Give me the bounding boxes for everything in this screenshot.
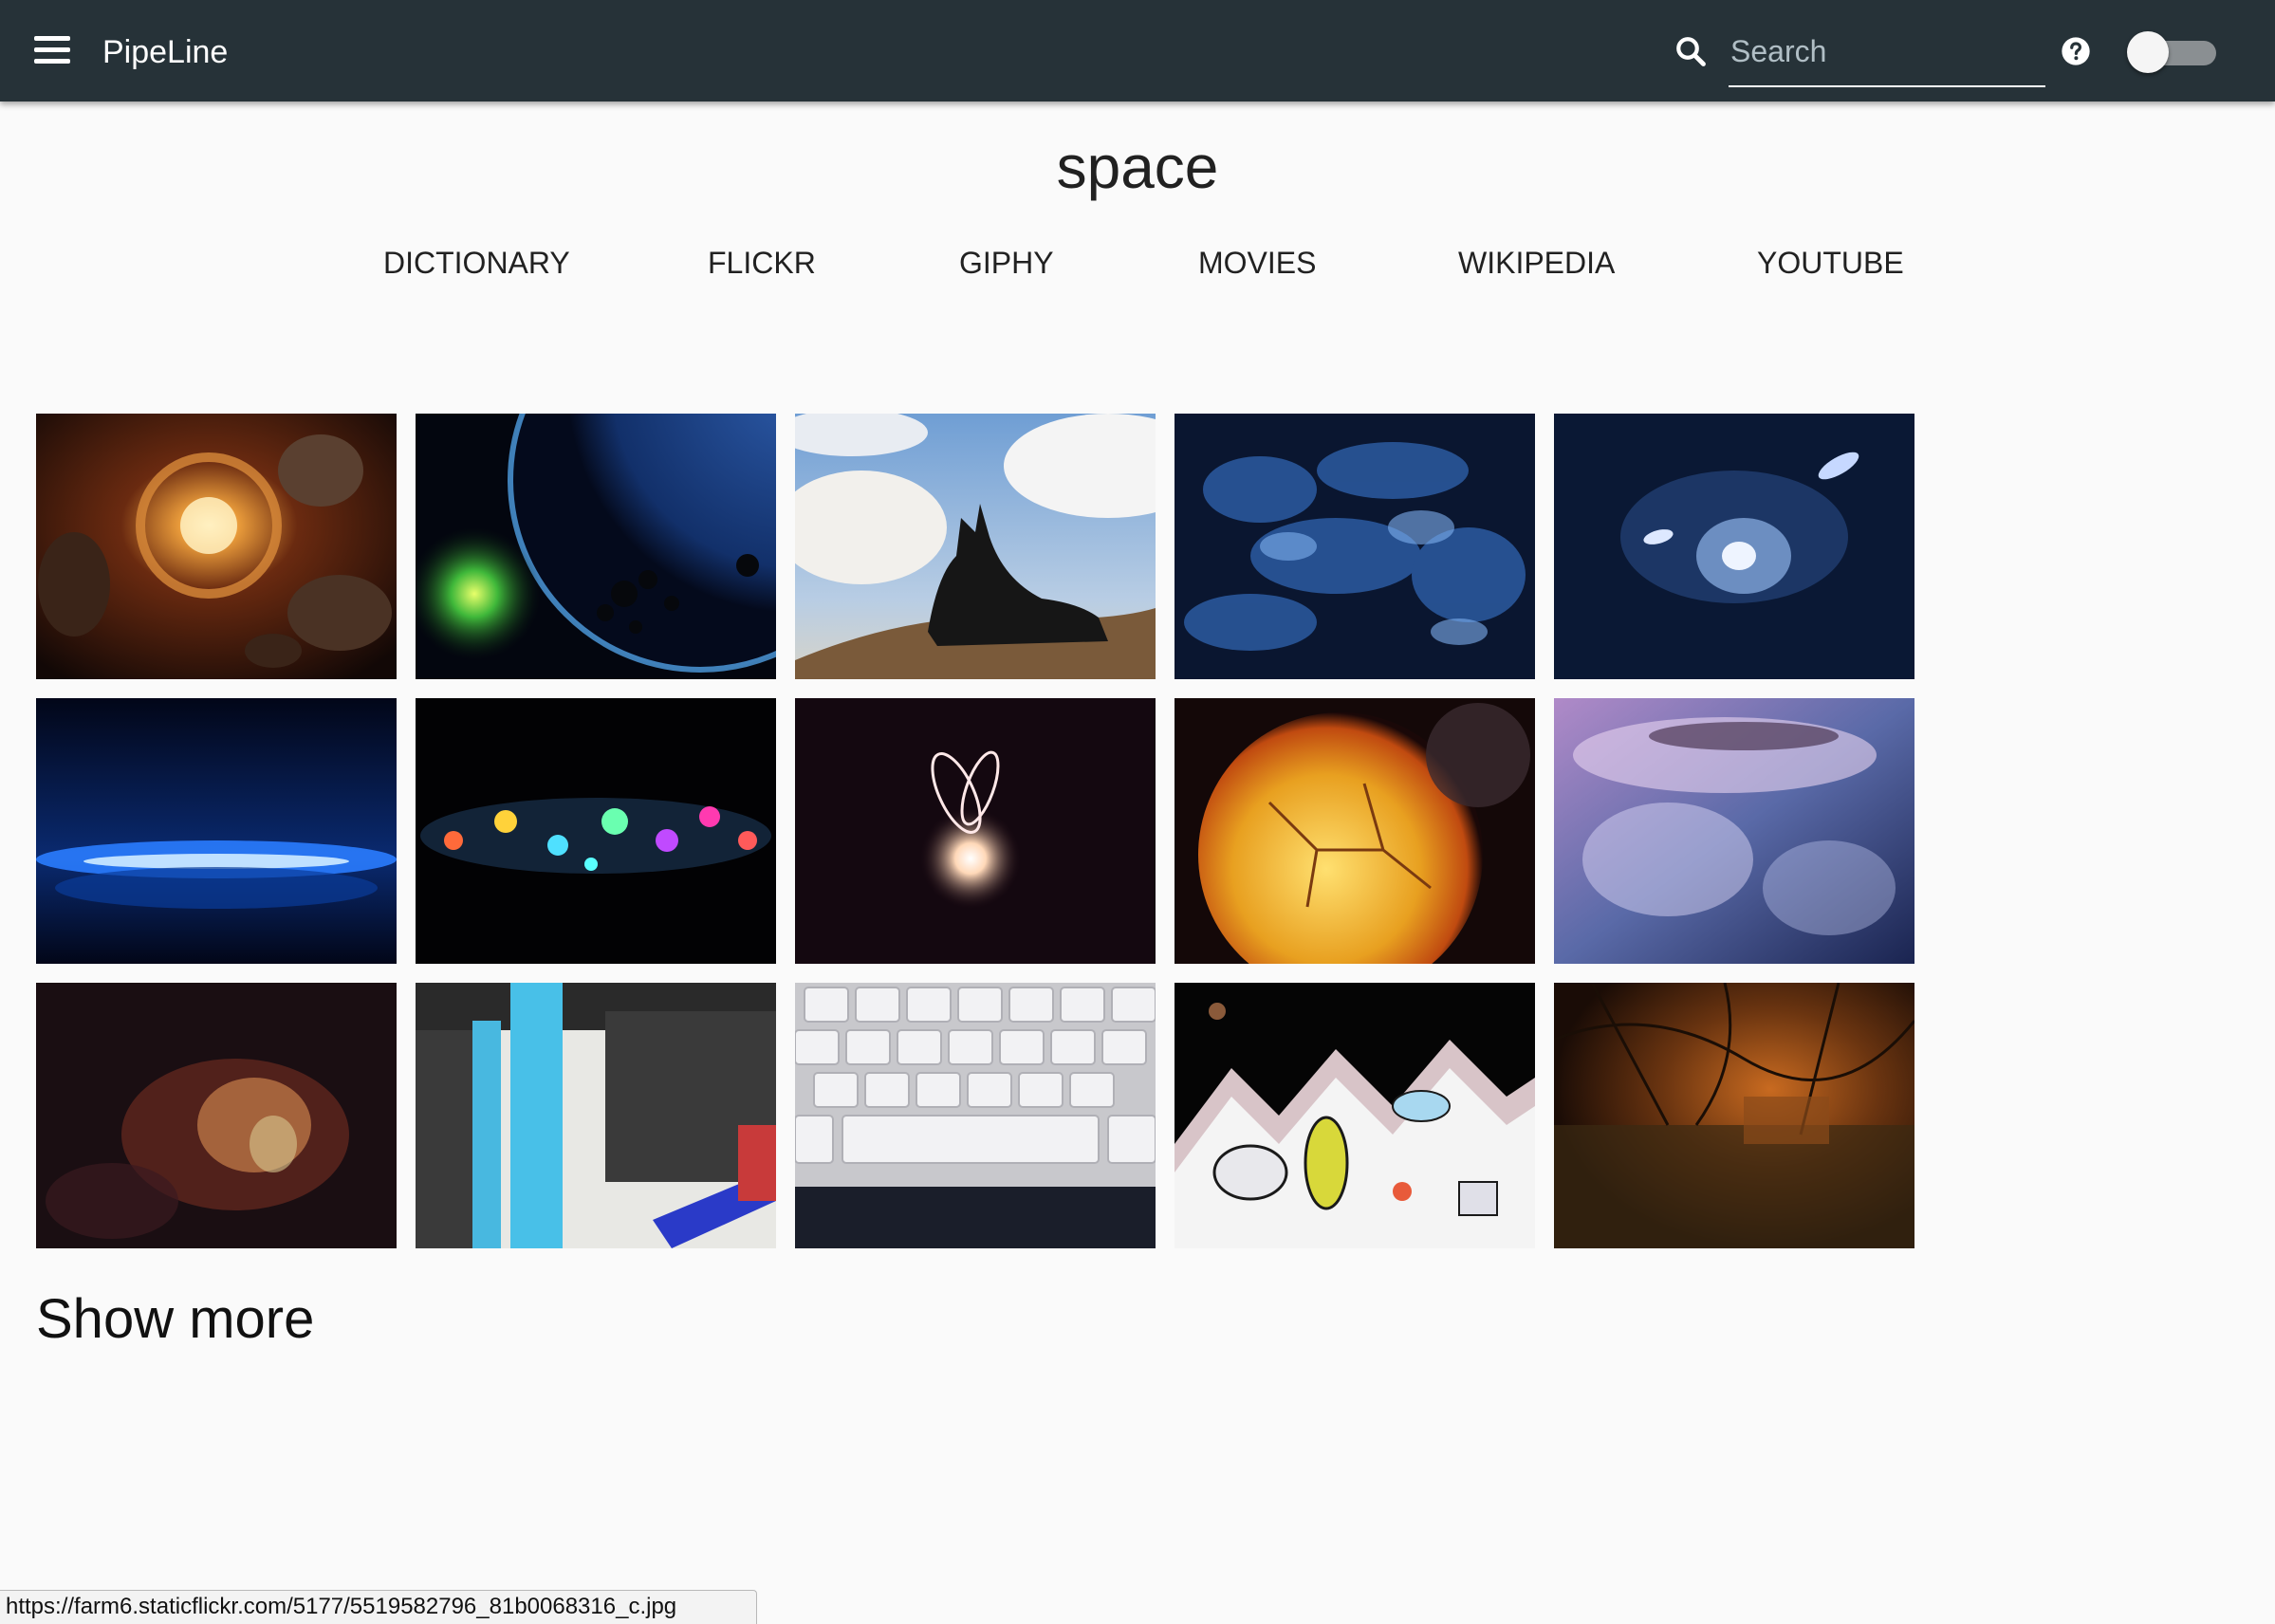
tab-wikipedia[interactable]: WIKIPEDIA <box>1458 239 1615 286</box>
app-bar: PipeLine <box>0 0 2275 102</box>
app-title[interactable]: PipeLine <box>102 32 228 72</box>
query-heading: space <box>1056 133 1219 201</box>
result-image-thumbnail[interactable] <box>36 983 397 1248</box>
show-more-button[interactable]: Show more <box>36 1286 314 1353</box>
source-tabs: DICTIONARY FLICKR GIPHY MOVIES WIKIPEDIA… <box>0 239 2275 286</box>
toggle-knob <box>2127 31 2169 73</box>
search-icon[interactable] <box>1674 34 1708 68</box>
menu-icon[interactable] <box>30 28 78 74</box>
search-input[interactable] <box>1729 25 2045 87</box>
theme-toggle-switch[interactable] <box>2127 31 2216 73</box>
result-image-thumbnail[interactable] <box>416 414 776 679</box>
tab-giphy[interactable]: GIPHY <box>959 239 1054 286</box>
result-image-thumbnail[interactable] <box>36 698 397 964</box>
result-image-thumbnail[interactable] <box>416 983 776 1248</box>
result-image-thumbnail[interactable] <box>1554 414 1914 679</box>
result-image-thumbnail[interactable] <box>416 698 776 964</box>
tab-youtube[interactable]: YOUTUBE <box>1757 239 1904 286</box>
result-image-thumbnail[interactable] <box>1174 414 1535 679</box>
result-image-thumbnail[interactable] <box>1174 983 1535 1248</box>
tab-dictionary[interactable]: DICTIONARY <box>383 239 570 286</box>
browser-status-bar: https://farm6.staticflickr.com/5177/5519… <box>0 1590 757 1624</box>
result-image-thumbnail[interactable] <box>795 698 1156 964</box>
tab-movies[interactable]: MOVIES <box>1198 239 1316 286</box>
result-image-thumbnail[interactable] <box>795 983 1156 1248</box>
help-circle-icon[interactable] <box>2061 36 2091 66</box>
result-image-thumbnail[interactable] <box>1174 698 1535 964</box>
result-image-thumbnail[interactable] <box>1554 698 1914 964</box>
image-results-grid <box>36 414 1916 1248</box>
result-image-thumbnail[interactable] <box>36 414 397 679</box>
tab-flickr[interactable]: FLICKR <box>708 239 816 286</box>
result-image-thumbnail[interactable] <box>1554 983 1914 1248</box>
result-image-thumbnail[interactable] <box>795 414 1156 679</box>
